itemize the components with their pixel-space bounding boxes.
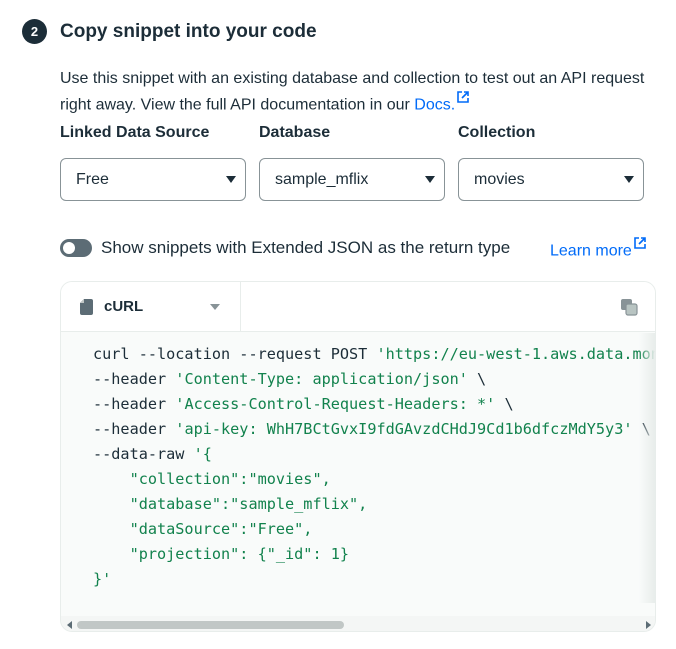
data-source-select[interactable]: Free <box>60 158 246 201</box>
code-line: "database":"sample_mflix", <box>93 492 655 517</box>
toggle-knob <box>63 242 75 254</box>
code-string: '{ <box>193 445 212 463</box>
data-source-value: Free <box>76 170 109 188</box>
extended-json-toggle[interactable] <box>60 239 92 257</box>
code-string: "projection": {"_id": 1} <box>93 545 350 563</box>
code-string: "dataSource":"Free", <box>93 520 313 538</box>
code-snippet-panel: cURL curl --location --request POST 'htt… <box>60 281 656 632</box>
code-token: --header <box>93 395 176 413</box>
code-token: --data-raw <box>93 445 194 463</box>
step-number-badge: 2 <box>22 19 47 44</box>
chevron-down-icon <box>425 176 435 183</box>
collection-value: movies <box>474 170 525 188</box>
external-link-icon[interactable] <box>634 237 646 249</box>
code-continuation: \ <box>495 395 514 413</box>
file-icon <box>80 299 93 315</box>
code-line: "collection":"movies", <box>93 467 655 492</box>
chevron-down-icon <box>226 176 236 183</box>
language-select[interactable]: cURL <box>61 282 241 332</box>
external-link-icon[interactable] <box>457 91 469 103</box>
snippet-toolbar: cURL <box>61 282 655 332</box>
chevron-down-icon <box>624 176 634 183</box>
code-line: --header 'Content-Type: application/json… <box>93 367 655 392</box>
horizontal-scrollbar[interactable] <box>61 616 655 631</box>
code-string: "database":"sample_mflix", <box>93 495 368 513</box>
database-select[interactable]: sample_mflix <box>259 158 445 201</box>
code-line: --data-raw '{ <box>93 442 655 467</box>
code-string: }' <box>93 570 112 588</box>
code-continuation: \ <box>467 370 487 388</box>
code-string: 'api-key: WhH7BCtGvxI9fdGAvzdCHdJ9Cd1b6d… <box>175 420 633 438</box>
collection-select[interactable]: movies <box>458 158 644 201</box>
code-token: --header <box>93 370 176 388</box>
code-string: 'https://eu-west-1.aws.data.mongodb-api.… <box>376 345 655 363</box>
scrollbar-thumb[interactable] <box>77 621 344 629</box>
code-line: "dataSource":"Free", <box>93 517 655 542</box>
code-line: }' <box>93 567 655 592</box>
code-token: --header <box>93 420 176 438</box>
learn-more-text[interactable]: Learn more <box>550 242 632 259</box>
chevron-down-icon <box>210 304 220 310</box>
collection-label: Collection <box>458 124 536 141</box>
code-token: curl --location --request POST <box>93 345 377 363</box>
code-overflow-fade <box>639 333 655 603</box>
step-title: Copy snippet into your code <box>60 21 317 42</box>
scroll-right-arrow-icon[interactable] <box>646 621 651 629</box>
copy-icon[interactable] <box>620 298 638 316</box>
code-line: --header 'api-key: WhH7BCtGvxI9fdGAvzdCH… <box>93 417 655 442</box>
learn-more-link[interactable]: Learn more <box>550 237 646 262</box>
data-source-label: Linked Data Source <box>60 124 210 141</box>
code-string: 'Access-Control-Request-Headers: *' <box>175 395 496 413</box>
code-block: curl --location --request POST 'https://… <box>93 342 655 592</box>
docs-link[interactable]: Docs. <box>414 96 455 113</box>
extended-json-toggle-label: Show snippets with Extended JSON as the … <box>101 238 511 257</box>
code-line: --header 'Access-Control-Request-Headers… <box>93 392 655 417</box>
code-string: 'Content-Type: application/json' <box>175 370 468 388</box>
code-line: curl --location --request POST 'https://… <box>93 342 655 367</box>
description: Use this snippet with an existing databa… <box>60 66 660 117</box>
language-label: cURL <box>104 298 144 315</box>
code-string: "collection":"movies", <box>93 470 331 488</box>
description-text: Use this snippet with an existing databa… <box>60 70 645 114</box>
database-label: Database <box>259 124 331 141</box>
code-line: "projection": {"_id": 1} <box>93 542 655 567</box>
database-value: sample_mflix <box>275 170 369 188</box>
scroll-left-arrow-icon[interactable] <box>67 621 72 629</box>
